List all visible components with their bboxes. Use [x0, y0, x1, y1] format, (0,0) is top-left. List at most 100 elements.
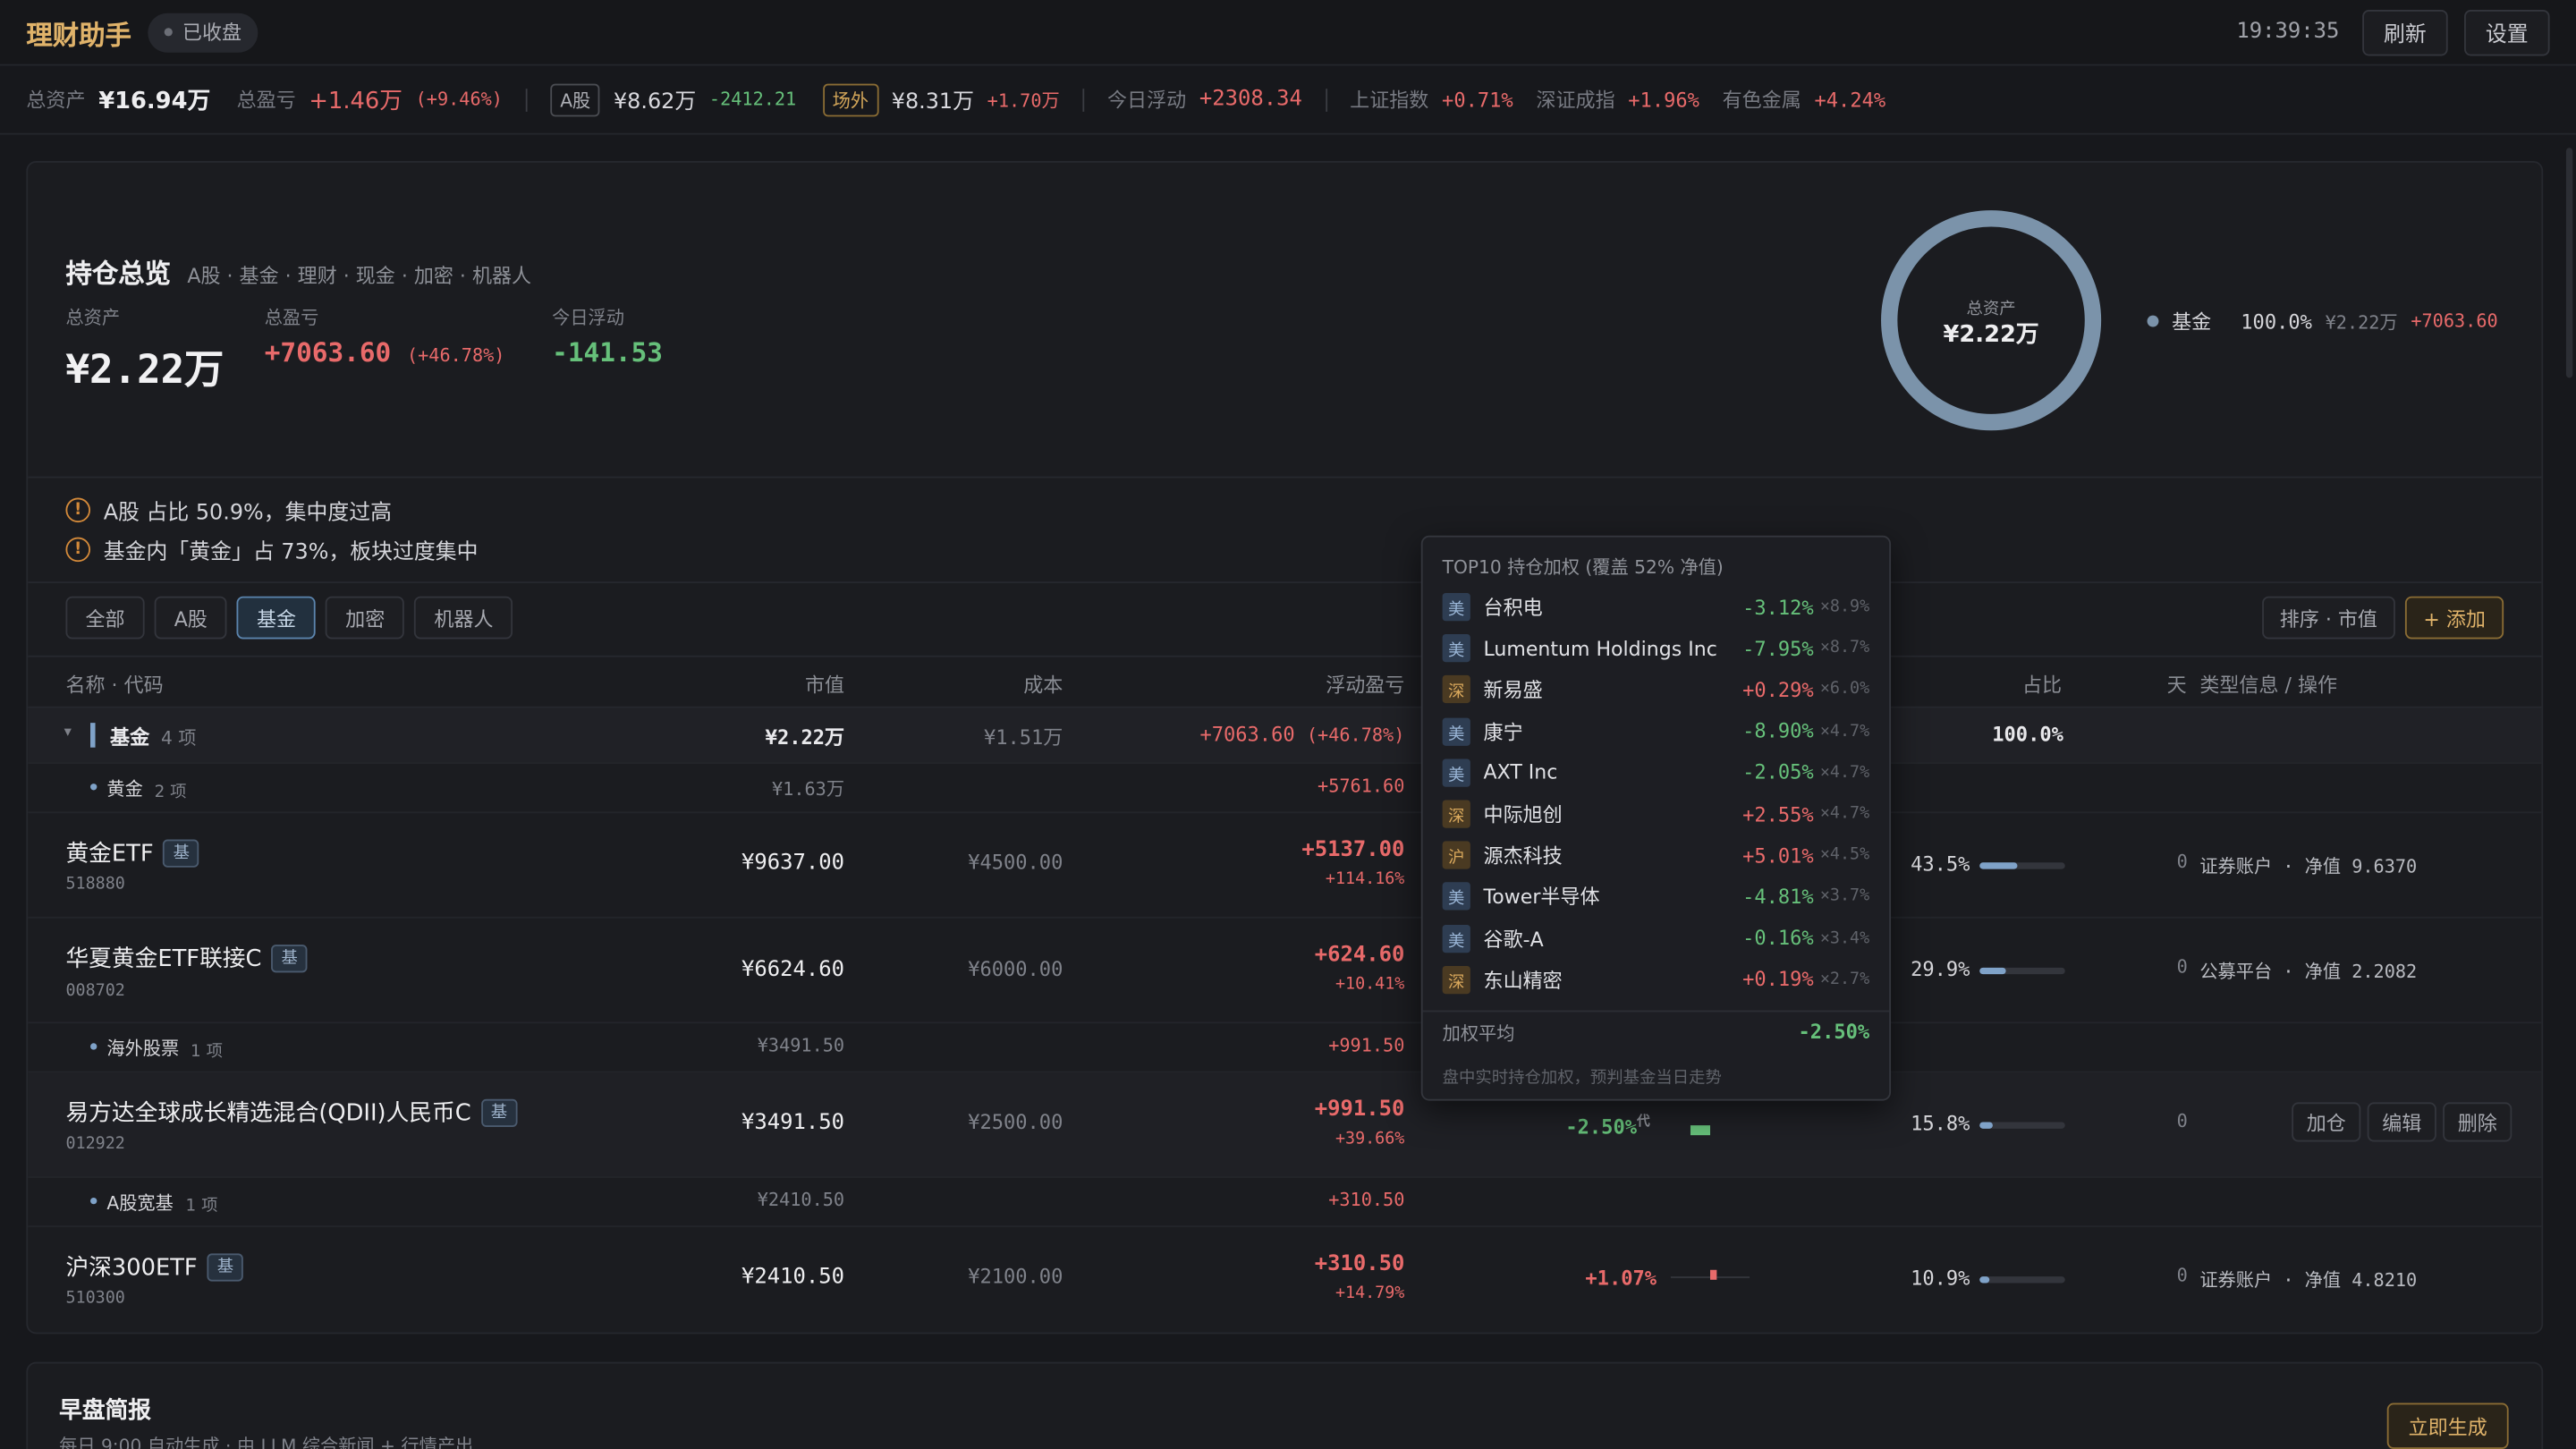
app-title: 理财助手	[26, 19, 131, 51]
index-sh-value: +0.71%	[1442, 88, 1513, 111]
holding-code: 012922	[65, 1135, 125, 1154]
market-status-badge: 已收盘	[148, 12, 258, 52]
filter-fund[interactable]: 基金	[236, 596, 317, 640]
generate-now-button[interactable]: 立即生成	[2386, 1402, 2509, 1449]
morning-briefing-card: 早盘简报 每日 9:00 自动生成 · 由 LLM 综合新闻 + 行情产出 立即…	[26, 1361, 2544, 1449]
ticker-float-value: +2308.34	[1199, 87, 1302, 112]
group-count: 4 项	[160, 727, 197, 750]
popup-holding-change: -8.90%	[1742, 719, 1814, 743]
share-bar-fill	[1979, 1276, 1989, 1284]
donut-legend-item: 基金 100.0% ¥2.22万 +7063.60	[2147, 307, 2498, 335]
fund-type-tag: 基	[207, 1253, 244, 1282]
app-root: 理财助手 已收盘 19:39:35 刷新 设置 总资产 ¥16.94万 总盈亏 …	[0, 0, 2576, 1449]
divider	[525, 88, 528, 111]
holding-info: 证券账户 · 净值 9.6370	[2199, 855, 2418, 877]
ticker-otc-change: +1.70万	[987, 89, 1060, 111]
subgroup-pnl: +310.50	[1328, 1189, 1405, 1211]
settings-button[interactable]: 设置	[2464, 9, 2550, 55]
ticker-pnl-label: 总盈亏	[236, 89, 296, 112]
holding-pnl: +310.50	[1314, 1251, 1405, 1277]
subgroup-pnl: +991.50	[1328, 1035, 1405, 1056]
popup-holding-weight: ×6.0%	[1819, 681, 1870, 699]
holding-today-value: -2.50%	[1565, 1115, 1638, 1139]
col-share[interactable]: 占比	[2022, 670, 2062, 698]
refresh-button[interactable]: 刷新	[2362, 9, 2448, 55]
filter-robot[interactable]: 机器人	[414, 596, 513, 640]
collapse-chevron-icon[interactable]: ▾	[64, 724, 72, 741]
holding-pnl: +624.60	[1314, 943, 1405, 968]
table-row[interactable]: 华夏黄金ETF联接C 基 008702 ¥6624.60 ¥6000.00 +62…	[28, 919, 2542, 1024]
holding-cost: ¥2100.00	[968, 1265, 1063, 1288]
table-row[interactable]: 黄金ETF 基 518880 ¥9637.00 ¥4500.00 +5137.00…	[28, 813, 2542, 919]
popup-holding-row: 深中际旭创 +2.55% ×4.7%	[1442, 793, 1870, 835]
popup-holding-weight: ×8.9%	[1819, 597, 1870, 616]
table-subgroup-row[interactable]: 黄金 2 项 ¥1.63万 +5761.60	[28, 764, 2542, 814]
top-bar: 理财助手 已收盘 19:39:35 刷新 设置	[0, 0, 2576, 66]
subgroup-pnl: +5761.60	[1318, 775, 1405, 797]
subgroup-value: ¥2410.50	[757, 1189, 845, 1211]
add-holding-button[interactable]: + 添加	[2405, 596, 2504, 640]
popup-holding-change: -0.16%	[1742, 927, 1814, 950]
subgroup-dot	[90, 1197, 97, 1205]
popup-holding-weight: ×4.5%	[1819, 846, 1870, 865]
popup-holding-weight: ×8.7%	[1819, 639, 1870, 658]
col-cost[interactable]: 成本	[1023, 670, 1063, 698]
market-badge: 美	[1442, 716, 1470, 746]
popup-holding-row: 美 Lumentum Holdings Inc -7.95% ×8.7%	[1442, 628, 1870, 669]
filter-crypto[interactable]: 加密	[326, 596, 405, 640]
holding-days: 0	[2176, 851, 2188, 873]
col-name[interactable]: 名称 · 代码	[65, 670, 163, 698]
index-metals-label: 有色金属	[1722, 89, 1801, 112]
ticker-otc-tag: 场外	[822, 82, 879, 116]
estimate-marker: 代	[1637, 1114, 1650, 1129]
popup-holding-name: 新易盛	[1483, 679, 1543, 702]
overview-subtitle: A股 · 基金 · 理财 · 现金 · 加密 · 机器人	[187, 264, 532, 288]
table-subgroup-row[interactable]: 海外股票 1 项 ¥3491.50 +991.50	[28, 1023, 2542, 1073]
warning-text: A股 占比 50.9%，集中度过高	[103, 501, 392, 526]
popup-holding-weight: ×2.7%	[1819, 970, 1870, 989]
popup-holding-row: 美 Tower半导体 -4.81% ×3.7%	[1442, 877, 1870, 918]
market-status-text: 已收盘	[182, 21, 242, 45]
holding-code: 008702	[65, 982, 125, 1001]
stat-pnl-pct: (+46.78%)	[406, 344, 505, 367]
index-metals-value: +4.24%	[1814, 88, 1886, 111]
table-row[interactable]: 易方达全球成长精选混合(QDII)人民币C 基 012922 ¥3491.50 ¥…	[28, 1072, 2542, 1178]
popup-holding-weight: ×4.7%	[1819, 804, 1870, 824]
holding-today-change[interactable]: -2.50%代	[1565, 1112, 1650, 1139]
page-scrollbar[interactable]	[2565, 148, 2573, 378]
delete-button[interactable]: 删除	[2443, 1102, 2512, 1142]
popup-holding-name: 中际旭创	[1483, 803, 1563, 826]
popup-holding-row: 美康宁 -8.90% ×4.7%	[1442, 711, 1869, 752]
share-bar-fill	[1979, 1122, 1994, 1129]
market-badge: 美	[1442, 634, 1470, 663]
table-group-row[interactable]: ▾ 基金 4 项 ¥2.22万 ¥1.51万 +7063.60 (+46.78%…	[28, 708, 2542, 765]
stat-float-label: 今日浮动	[552, 307, 624, 329]
stat-total-assets: 总资产 ¥2.22万	[65, 304, 224, 394]
donut-label: 总资产	[1966, 301, 2016, 319]
filter-all[interactable]: 全部	[65, 596, 145, 640]
sort-button[interactable]: 排序 · 市值	[2261, 596, 2396, 640]
divider	[1325, 88, 1327, 111]
holding-value: ¥3491.50	[741, 1110, 845, 1136]
popup-holding-weight: ×3.7%	[1819, 887, 1870, 906]
legend-pct: 100.0%	[2241, 309, 2312, 333]
table-row[interactable]: 沪深300ETF 基 510300 ¥2410.50 ¥2100.00 +310.…	[28, 1227, 2541, 1333]
subgroup-count: 1 项	[191, 1043, 223, 1062]
holding-info: 证券账户 · 净值 4.8210	[2199, 1269, 2418, 1292]
legend-dot	[2147, 315, 2159, 327]
col-value[interactable]: 市值	[805, 670, 844, 698]
holding-today-change[interactable]: +1.07%	[1585, 1267, 1657, 1290]
col-days[interactable]: 天	[2167, 670, 2187, 698]
table-subgroup-row[interactable]: A股宽基 1 项 ¥2410.50 +310.50	[28, 1178, 2542, 1228]
edit-button[interactable]: 编辑	[2367, 1102, 2436, 1142]
clock: 19:39:35	[2236, 20, 2340, 45]
popup-holding-name: 谷歌-A	[1483, 927, 1544, 951]
today-sparkline-bar	[1690, 1125, 1711, 1136]
overview-title: 持仓总览	[65, 258, 172, 290]
col-pnl[interactable]: 浮动盈亏	[1326, 670, 1404, 698]
filter-a-share[interactable]: A股	[154, 596, 227, 640]
add-position-button[interactable]: 加仓	[2292, 1102, 2361, 1142]
status-dot-icon	[164, 28, 173, 37]
popup-title: TOP10 持仓加权 (覆盖 52% 净值)	[1442, 556, 1724, 579]
popup-holding-name: 源杰科技	[1483, 844, 1563, 869]
